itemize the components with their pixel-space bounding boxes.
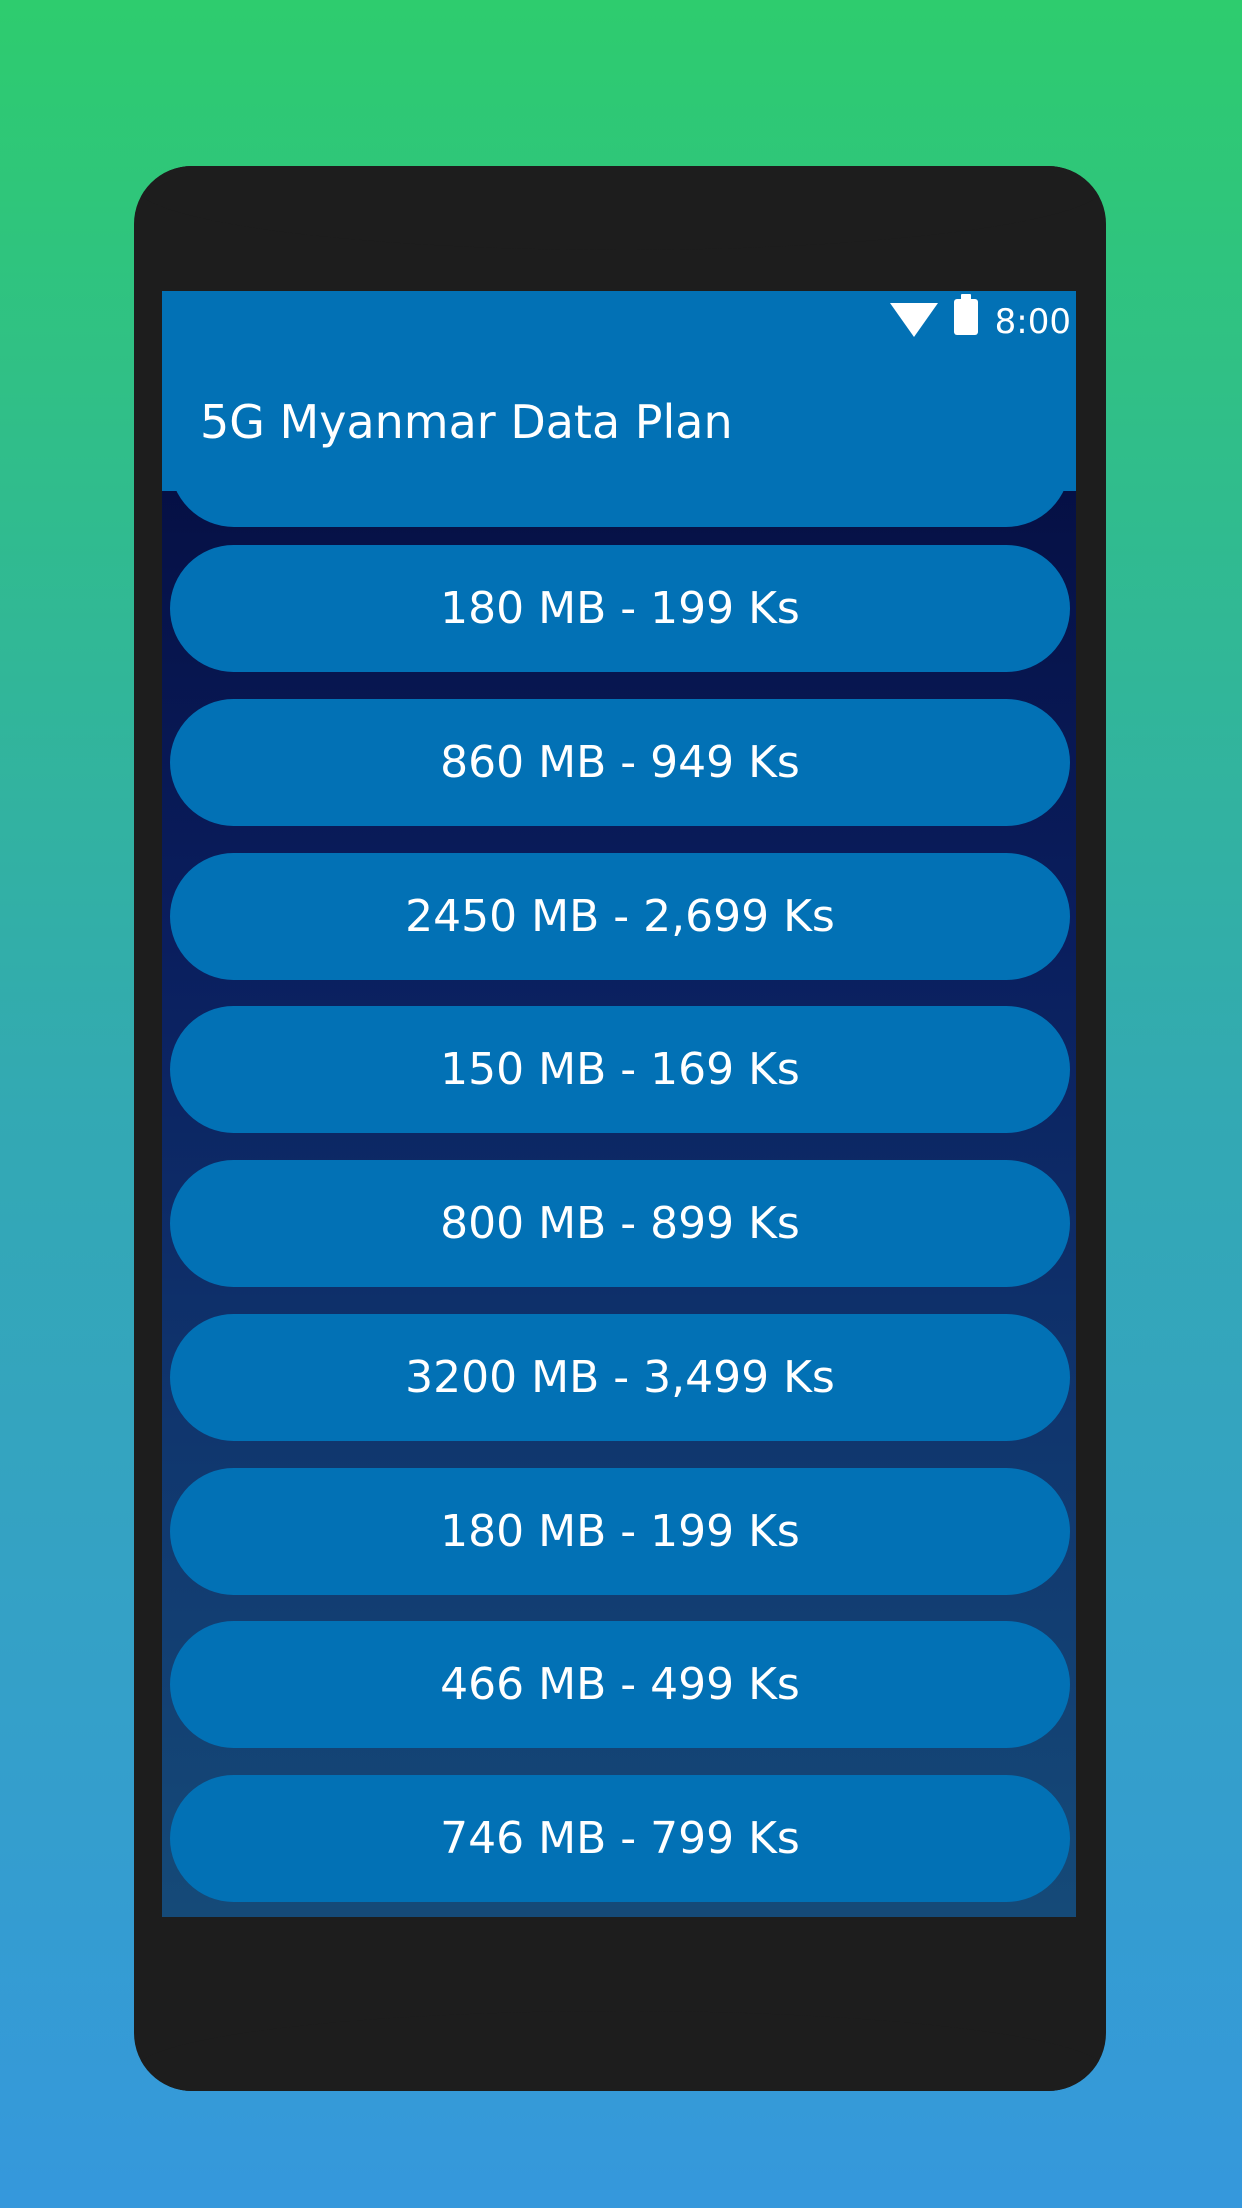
battery-icon [954, 294, 978, 335]
plan-item[interactable]: 180 MB - 199 Ks [170, 545, 1070, 672]
plan-item-label: 2450 MB - 2,699 Ks [405, 891, 835, 942]
plan-list[interactable]: 180 MB - 199 Ks 860 MB - 949 Ks 2450 MB … [170, 393, 1070, 1917]
plan-item-label: 180 MB - 199 Ks [440, 583, 800, 634]
plan-item-label: 150 MB - 169 Ks [440, 1044, 800, 1095]
status-bar: 8:00 [162, 291, 1076, 353]
plan-item[interactable]: 3200 MB - 3,499 Ks [170, 1314, 1070, 1441]
phone-screen: 180 MB - 199 Ks 860 MB - 949 Ks 2450 MB … [162, 291, 1076, 1917]
plan-item-label: 466 MB - 499 Ks [440, 1659, 800, 1710]
plan-item[interactable]: 466 MB - 499 Ks [170, 1621, 1070, 1748]
app-title: 5G Myanmar Data Plan [200, 395, 733, 449]
plan-item[interactable]: 150 MB - 169 Ks [170, 1006, 1070, 1133]
plan-item-label: 800 MB - 899 Ks [440, 1198, 800, 1249]
plan-item[interactable]: 800 MB - 899 Ks [170, 1160, 1070, 1287]
plan-item[interactable]: 180 MB - 199 Ks [170, 1468, 1070, 1595]
plan-item[interactable]: 746 MB - 799 Ks [170, 1775, 1070, 1902]
plan-item-label: 3200 MB - 3,499 Ks [405, 1352, 835, 1403]
wifi-icon [890, 303, 938, 337]
plan-item[interactable]: 2450 MB - 2,699 Ks [170, 853, 1070, 980]
plan-item-label: 746 MB - 799 Ks [440, 1813, 800, 1864]
status-time: 8:00 [994, 302, 1071, 342]
app-bar: 5G Myanmar Data Plan [162, 353, 1076, 491]
plan-item[interactable]: 860 MB - 949 Ks [170, 699, 1070, 826]
plan-item-label: 860 MB - 949 Ks [440, 737, 800, 788]
plan-item-label: 180 MB - 199 Ks [440, 1506, 800, 1557]
